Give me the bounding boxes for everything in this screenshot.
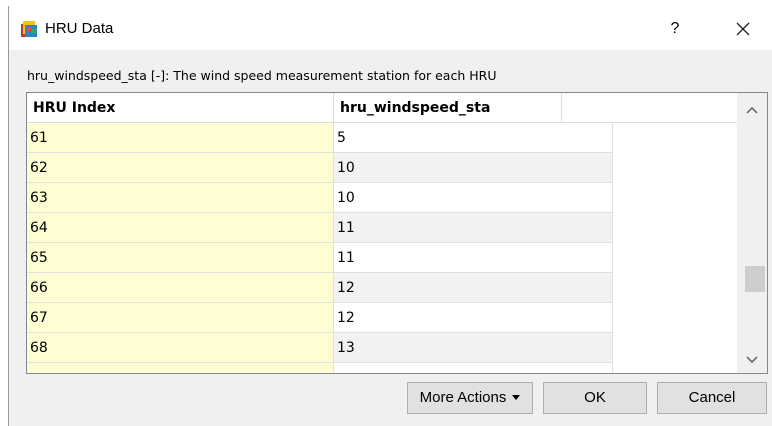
- scroll-up-button[interactable]: [737, 99, 767, 121]
- hru-index-cell[interactable]: 67: [27, 303, 334, 333]
- more-actions-label: More Actions: [419, 389, 507, 406]
- table-header: HRU Index hru_windspeed_sta: [27, 93, 737, 123]
- hru-index-cell[interactable]: 61: [27, 123, 334, 153]
- close-button[interactable]: [727, 16, 759, 42]
- column-header-empty: [562, 93, 737, 123]
- windspeed-sta-cell[interactable]: 10: [334, 183, 613, 213]
- table-row[interactable]: 61 5: [27, 123, 737, 153]
- hru-index-cell[interactable]: [27, 363, 334, 373]
- hru-index-cell[interactable]: 62: [27, 153, 334, 183]
- column-header-hru-windspeed-sta[interactable]: hru_windspeed_sta: [334, 93, 562, 123]
- hru-index-cell[interactable]: 66: [27, 273, 334, 303]
- hru-index-cell[interactable]: 64: [27, 213, 334, 243]
- column-header-hru-index[interactable]: HRU Index: [27, 93, 334, 123]
- table-row[interactable]: 62 10: [27, 153, 737, 183]
- windspeed-sta-cell[interactable]: 13: [334, 333, 613, 363]
- scrollbar-thumb[interactable]: [745, 266, 765, 292]
- caret-down-icon: [512, 395, 521, 401]
- scroll-down-button[interactable]: [737, 349, 767, 371]
- table-row[interactable]: [27, 363, 737, 373]
- title-bar: HRU Data ?: [9, 6, 772, 50]
- windspeed-sta-cell[interactable]: 11: [334, 243, 613, 273]
- more-actions-button[interactable]: More Actions: [407, 382, 533, 414]
- chevron-down-icon: [746, 356, 758, 363]
- ok-button[interactable]: OK: [543, 382, 647, 414]
- parameter-description: hru_windspeed_sta [-]: The wind speed me…: [27, 68, 497, 83]
- table-row[interactable]: 65 11: [27, 243, 737, 273]
- close-icon: [736, 22, 750, 36]
- hru-index-cell[interactable]: 65: [27, 243, 334, 273]
- hru-app-icon: [21, 21, 37, 37]
- hru-data-table[interactable]: HRU Index hru_windspeed_sta 61 5 62 10 6…: [26, 92, 768, 374]
- hru-index-cell[interactable]: 68: [27, 333, 334, 363]
- windspeed-sta-cell[interactable]: 10: [334, 153, 613, 183]
- table-row[interactable]: 64 11: [27, 213, 737, 243]
- table-row[interactable]: 68 13: [27, 333, 737, 363]
- hru-data-dialog: HRU Data ? hru_windspeed_sta [-]: The wi…: [8, 6, 772, 426]
- table-row[interactable]: 66 12: [27, 273, 737, 303]
- windspeed-sta-cell[interactable]: 5: [334, 123, 613, 153]
- chevron-up-icon: [746, 107, 758, 114]
- table-row[interactable]: 67 12: [27, 303, 737, 333]
- windspeed-sta-cell[interactable]: 11: [334, 213, 613, 243]
- cancel-button[interactable]: Cancel: [657, 382, 767, 414]
- vertical-scrollbar[interactable]: [737, 93, 767, 373]
- windspeed-sta-cell[interactable]: 12: [334, 303, 613, 333]
- table-row[interactable]: 63 10: [27, 183, 737, 213]
- hru-index-cell[interactable]: 63: [27, 183, 334, 213]
- windspeed-sta-cell[interactable]: 12: [334, 273, 613, 303]
- window-title: HRU Data: [45, 20, 114, 37]
- help-button[interactable]: ?: [659, 16, 691, 42]
- table-body: 61 5 62 10 63 10 64 11 65 11 66 12 67 12…: [27, 123, 737, 373]
- windspeed-sta-cell[interactable]: [334, 363, 613, 373]
